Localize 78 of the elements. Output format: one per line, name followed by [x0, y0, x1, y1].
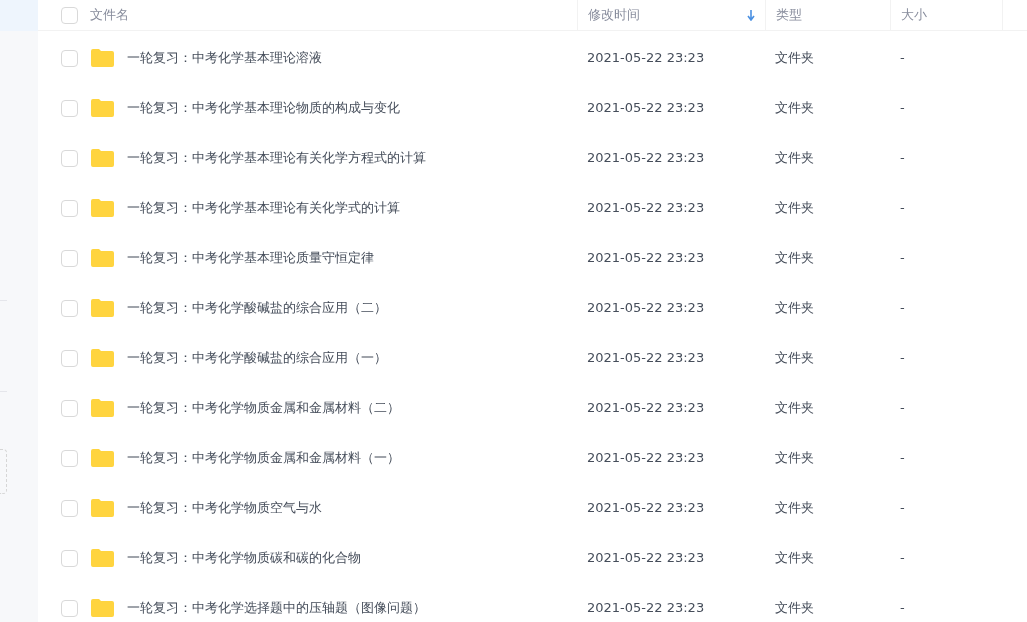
file-type: 文件夹 — [775, 50, 814, 66]
sort-arrow-icon — [747, 9, 755, 21]
checkbox[interactable] — [60, 599, 78, 617]
file-size: - — [900, 50, 905, 66]
file-name[interactable]: 一轮复习：中考化学选择题中的压轴题（图像问题） — [127, 598, 426, 618]
folder-icon — [90, 298, 115, 318]
modified-time: 2021-05-22 23:23 — [587, 50, 705, 66]
file-size: - — [900, 600, 905, 616]
file-type: 文件夹 — [775, 600, 814, 616]
modified-time: 2021-05-22 23:23 — [587, 100, 705, 116]
modified-time: 2021-05-22 23:23 — [587, 250, 705, 266]
folder-icon — [90, 598, 115, 618]
checkbox[interactable] — [60, 399, 78, 417]
file-type: 文件夹 — [775, 400, 814, 416]
file-size: - — [900, 550, 905, 566]
folder-icon — [90, 48, 115, 68]
checkbox[interactable] — [60, 299, 78, 317]
column-header[interactable]: 修改时间 — [577, 0, 765, 30]
file-type: 文件夹 — [775, 200, 814, 216]
file-size: - — [900, 100, 905, 116]
checkbox[interactable] — [60, 149, 78, 167]
file-name[interactable]: 一轮复习：中考化学基本理论溶液 — [127, 48, 322, 68]
file-type: 文件夹 — [775, 450, 814, 466]
file-name[interactable]: 一轮复习：中考化学物质金属和金属材料（一） — [127, 448, 400, 468]
column-header[interactable]: 类型 — [765, 0, 890, 30]
modified-time: 2021-05-22 23:23 — [587, 300, 705, 316]
file-name[interactable]: 一轮复习：中考化学酸碱盐的综合应用（一） — [127, 348, 387, 368]
file-name[interactable]: 一轮复习：中考化学物质空气与水 — [127, 498, 322, 518]
folder-icon — [90, 148, 115, 168]
file-type: 文件夹 — [775, 550, 814, 566]
checkbox[interactable] — [60, 6, 78, 24]
file-name[interactable]: 一轮复习：中考化学基本理论物质的构成与变化 — [127, 98, 400, 118]
file-size: - — [900, 400, 905, 416]
folder-icon — [90, 398, 115, 418]
file-type: 文件夹 — [775, 500, 814, 516]
checkbox[interactable] — [60, 249, 78, 267]
modified-time: 2021-05-22 23:23 — [587, 550, 705, 566]
file-type: 文件夹 — [775, 250, 814, 266]
folder-icon — [90, 248, 115, 268]
file-type: 文件夹 — [775, 350, 814, 366]
checkbox[interactable] — [60, 49, 78, 67]
checkbox[interactable] — [60, 549, 78, 567]
modified-time: 2021-05-22 23:23 — [587, 350, 705, 366]
checkbox[interactable] — [60, 349, 78, 367]
file-size: - — [900, 350, 905, 366]
file-name[interactable]: 一轮复习：中考化学物质碳和碳的化合物 — [127, 548, 361, 568]
modified-time: 2021-05-22 23:23 — [587, 500, 705, 516]
file-name[interactable]: 一轮复习：中考化学基本理论有关化学方程式的计算 — [127, 148, 426, 168]
file-size: - — [900, 300, 905, 316]
file-size: - — [900, 500, 905, 516]
file-type: 文件夹 — [775, 150, 814, 166]
file-size: - — [900, 150, 905, 166]
file-type: 文件夹 — [775, 100, 814, 116]
modified-time: 2021-05-22 23:23 — [587, 450, 705, 466]
modified-time: 2021-05-22 23:23 — [587, 600, 705, 616]
file-type: 文件夹 — [775, 300, 814, 316]
checkbox[interactable] — [60, 449, 78, 467]
folder-icon — [90, 348, 115, 368]
column-header[interactable]: 文件名 — [90, 0, 577, 30]
file-size: - — [900, 200, 905, 216]
folder-icon — [90, 198, 115, 218]
column-header[interactable]: 大小 — [890, 0, 1002, 30]
folder-icon — [90, 498, 115, 518]
folder-icon — [90, 98, 115, 118]
file-name[interactable]: 一轮复习：中考化学酸碱盐的综合应用（二） — [127, 298, 387, 318]
file-name[interactable]: 一轮复习：中考化学物质金属和金属材料（二） — [127, 398, 400, 418]
checkbox[interactable] — [60, 199, 78, 217]
modified-time: 2021-05-22 23:23 — [587, 400, 705, 416]
folder-icon — [90, 448, 115, 468]
checkbox[interactable] — [60, 99, 78, 117]
modified-time: 2021-05-22 23:23 — [587, 200, 705, 216]
folder-icon — [90, 548, 115, 568]
checkbox[interactable] — [60, 499, 78, 517]
modified-time: 2021-05-22 23:23 — [587, 150, 705, 166]
file-name[interactable]: 一轮复习：中考化学基本理论有关化学式的计算 — [127, 198, 400, 218]
file-size: - — [900, 250, 905, 266]
file-size: - — [900, 450, 905, 466]
file-name[interactable]: 一轮复习：中考化学基本理论质量守恒定律 — [127, 248, 374, 268]
